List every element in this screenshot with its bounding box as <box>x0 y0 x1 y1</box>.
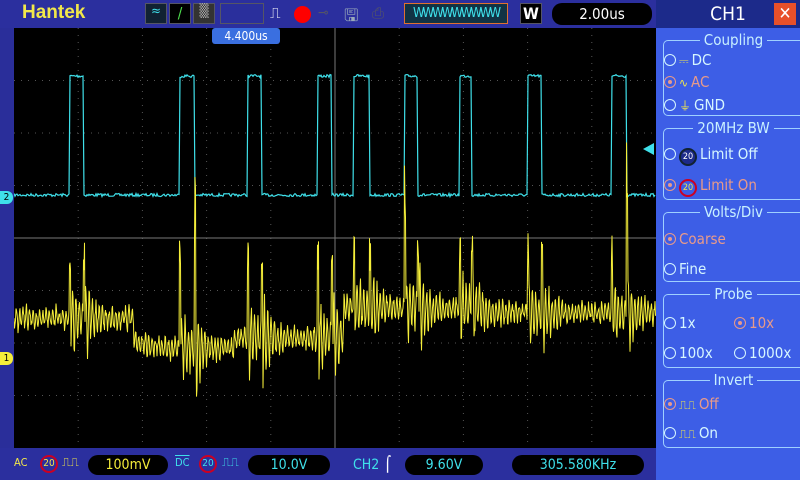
invert-title: Invert <box>709 371 758 389</box>
probe-1x[interactable]: 1x <box>664 314 696 332</box>
ch1-level-marker[interactable]: 1 <box>0 352 13 365</box>
key-icon: ⊸ <box>318 5 329 21</box>
bw-20-on-icon: 20 <box>679 179 697 197</box>
trigger-level-marker[interactable] <box>643 143 654 155</box>
window-mode-button[interactable]: W <box>520 3 542 24</box>
brand-logo: Hantek <box>22 2 86 23</box>
coupling-ac[interactable]: ∿ AC <box>664 73 709 91</box>
ch1-coupling-label: AC <box>14 456 28 469</box>
invert-on[interactable]: ⎍⎍ On <box>664 424 718 442</box>
ch2-bw-limit-icon: 20 <box>199 455 217 473</box>
time-base-display[interactable]: 2.00us <box>552 3 652 25</box>
ground-icon: ⏚ <box>679 99 692 113</box>
close-icon[interactable]: ✕ <box>774 3 796 25</box>
ac-icon: ∿ <box>679 76 689 90</box>
ch2-invert-icon: ⎍⎍ <box>222 455 239 469</box>
bw-limit-off[interactable]: 20 Limit Off <box>664 145 758 166</box>
bw-limit-group: 20MHz BW 20 Limit Off 20 Limit On <box>663 119 800 200</box>
waveform-display[interactable] <box>13 28 656 448</box>
ch1-bw-limit-icon: 20 <box>40 455 58 473</box>
ch2-volts-div[interactable]: 10.0V <box>248 455 330 475</box>
toolbar: Hantek ≈ / ▒ ⎍ ⊸ 🖫 ⎙ WWWWWWWWW W 2.00us <box>0 0 656 28</box>
ch1-volts-div[interactable]: 100mV <box>88 455 168 475</box>
volts-div-group: Volts/Div Coarse Fine <box>663 203 800 282</box>
trigger-level[interactable]: 9.60V <box>405 455 483 475</box>
frequency-readout: 305.580KHz <box>512 455 644 475</box>
trigger-mode-icon[interactable]: ⎍ <box>270 4 281 22</box>
invert-group: Invert ⎍⎍ Off ⎍⎍ On <box>663 371 800 448</box>
bw-20-icon: 20 <box>679 148 697 166</box>
ref-icon[interactable]: ▒ <box>193 3 215 24</box>
probe-group: Probe 1x 10x 100x 1000x <box>663 285 800 368</box>
invert-on-icon: ⎍⎍ <box>679 427 696 441</box>
channel-waveform-icon[interactable]: ≈ <box>145 3 167 24</box>
panel-title: CH1 <box>710 3 746 25</box>
trigger-position-marker[interactable]: 4.400us <box>212 28 280 44</box>
bw-title: 20MHz BW <box>693 119 774 137</box>
probe-title: Probe <box>710 285 757 303</box>
probe-10x[interactable]: 10x <box>734 314 774 332</box>
volts-fine[interactable]: Fine <box>664 260 706 278</box>
coupling-gnd[interactable]: ⏚ GND <box>664 96 725 114</box>
invert-off-icon: ⎍⎍ <box>679 398 696 412</box>
probe-100x[interactable]: 100x <box>664 344 713 362</box>
volts-div-title: Volts/Div <box>699 203 768 221</box>
status-bar: AC 20 ⎍⎍ 100mV DC 20 ⎍⎍ 10.0V CH2 ⌠ 9.60… <box>0 448 656 480</box>
trigger-source[interactable]: CH2 <box>353 457 379 473</box>
waveform-plot <box>13 28 656 448</box>
volts-coarse[interactable]: Coarse <box>664 230 726 248</box>
time-window-overview[interactable]: WWWWWWWWW <box>404 3 508 24</box>
bw-limit-on[interactable]: 20 Limit On <box>664 176 757 197</box>
coupling-title: Coupling <box>699 31 768 49</box>
probe-1000x[interactable]: 1000x <box>734 344 791 362</box>
coupling-dc[interactable]: ⎓ DC <box>664 51 711 69</box>
record-icon[interactable] <box>294 6 311 23</box>
blank-slot <box>220 3 264 24</box>
rising-edge-icon: ⌠ <box>384 455 392 473</box>
dc-icon: ⎓ <box>679 54 689 68</box>
coupling-group: Coupling ⎓ DC ∿ AC ⏚ GND <box>663 31 800 116</box>
ch1-invert-icon: ⎍⎍ <box>62 455 79 469</box>
ch1-settings-panel: CH1 ✕ Coupling ⎓ DC ∿ AC ⏚ GND 20MHz BW 20 Li… <box>656 0 800 480</box>
print-icon: ⎙ <box>372 4 385 22</box>
ch2-coupling-label: DC <box>175 456 190 469</box>
math-icon[interactable]: / <box>169 3 191 24</box>
ch2-level-marker[interactable]: 2 <box>0 191 13 204</box>
invert-off[interactable]: ⎍⎍ Off <box>664 395 719 413</box>
